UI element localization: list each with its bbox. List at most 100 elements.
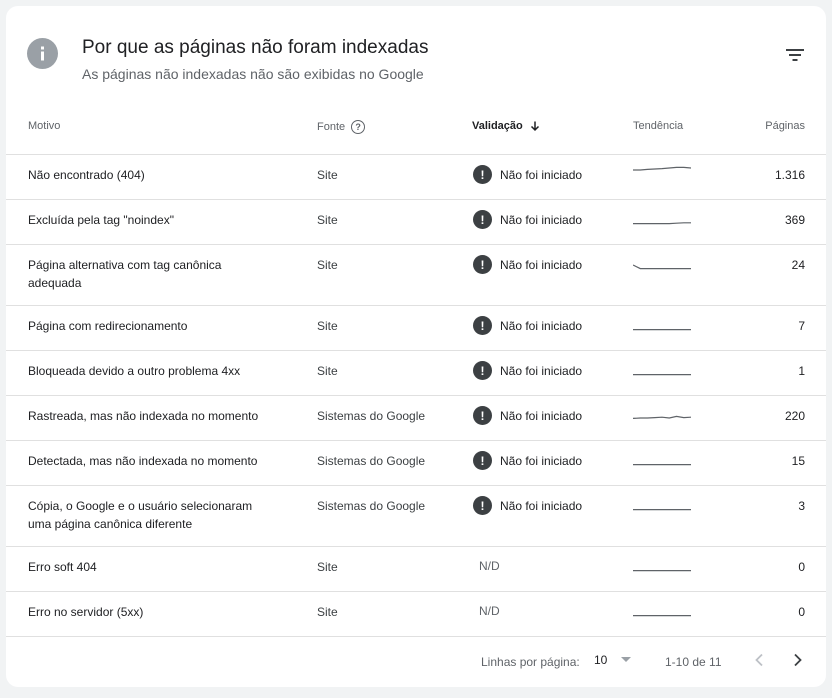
filter-icon[interactable]	[782, 44, 808, 66]
row-fonte: Site	[317, 364, 338, 378]
row-tendencia	[632, 404, 692, 429]
row-paginas: 1.316	[774, 168, 805, 182]
row-motivo: Página alternativa com tag canônica adeq…	[28, 258, 222, 290]
chevron-right-icon[interactable]	[790, 650, 806, 670]
validation-status: N/D	[479, 559, 500, 573]
trend-sparkline	[633, 570, 691, 572]
row-fonte: Sistemas do Google	[317, 499, 426, 513]
exclamation-circle-icon: !	[473, 406, 492, 425]
row-paginas: 15	[791, 454, 805, 468]
row-paginas: 369	[784, 213, 805, 227]
trend-line	[633, 222, 691, 225]
pagination-bar: Linhas por página: 10 1-10 de 11	[6, 637, 826, 685]
trend-line	[633, 166, 692, 171]
row-paginas: 3	[798, 499, 805, 513]
row-fonte: Site	[317, 168, 338, 182]
table-row[interactable]: Excluída pela tag "noindex" Site ! Não fo…	[6, 200, 826, 245]
row-motivo: Excluída pela tag "noindex"	[28, 213, 174, 227]
card-title: Por que as páginas não foram indexadas	[82, 37, 429, 58]
validation-status: Não foi iniciado	[500, 318, 583, 333]
row-validacao: ! Não foi iniciado	[473, 255, 582, 274]
row-tendencia	[633, 314, 691, 339]
table-row[interactable]: Cópia, o Google e o usuário selecionaram…	[6, 486, 826, 547]
trend-line	[632, 415, 692, 419]
table-row[interactable]: Não encontrado (404) Site ! Não foi inici…	[6, 155, 826, 200]
column-header-motivo[interactable]: Motivo	[28, 120, 60, 132]
row-fonte: Site	[317, 560, 338, 574]
help-icon[interactable]: ?	[351, 120, 366, 134]
validation-status: Não foi iniciado	[500, 257, 583, 272]
column-label: Validação	[472, 120, 523, 132]
column-header-paginas[interactable]: Páginas	[765, 120, 805, 132]
column-label: Motivo	[28, 120, 61, 132]
row-paginas: 7	[798, 319, 805, 333]
table-header: Motivo Fonte ? Validação Tendência Págin…	[6, 104, 826, 155]
row-motivo: Erro soft 404	[28, 560, 97, 574]
column-header-validacao[interactable]: Validação	[472, 120, 541, 132]
row-validacao: ! Não foi iniciado	[473, 406, 582, 425]
trend-sparkline	[632, 415, 692, 419]
exclamation-circle-icon: !	[473, 165, 492, 184]
row-tendencia	[633, 208, 691, 233]
trend-sparkline	[633, 615, 691, 617]
table-row[interactable]: Página com redirecionamento Site ! Não fo…	[6, 306, 826, 351]
column-label: Fonte	[317, 121, 346, 133]
row-tendencia	[632, 253, 691, 278]
row-fonte: Site	[317, 605, 338, 619]
validation-status: Não foi iniciado	[500, 498, 583, 513]
row-motivo: Bloqueada devido a outro problema 4xx	[28, 364, 241, 378]
exclamation-circle-icon: !	[473, 361, 492, 380]
column-header-fonte[interactable]: Fonte ?	[317, 120, 366, 134]
row-validacao: ! Não foi iniciado	[473, 316, 582, 335]
trend-sparkline	[633, 374, 691, 376]
chevron-left-icon[interactable]	[751, 650, 767, 670]
trend-sparkline	[633, 464, 691, 466]
row-validacao: ! Não foi iniciado	[473, 361, 582, 380]
exclamation-circle-icon: !	[473, 496, 492, 515]
row-motivo: Detectada, mas não indexada no momento	[28, 454, 258, 468]
row-tendencia	[633, 494, 691, 519]
column-label: Tendência	[633, 120, 684, 132]
not-indexed-card: Por que as páginas não foram indexadas A…	[6, 6, 826, 687]
rows-per-page-value: 10	[594, 653, 608, 667]
row-fonte: Sistemas do Google	[317, 454, 426, 468]
column-label: Páginas	[765, 120, 805, 132]
trend-sparkline	[633, 329, 691, 331]
row-tendencia	[633, 163, 692, 188]
table-row[interactable]: Rastreada, mas não indexada no momento S…	[6, 396, 826, 441]
table-row[interactable]: Bloqueada devido a outro problema 4xx Si…	[6, 351, 826, 396]
table-row[interactable]: Detectada, mas não indexada no momento S…	[6, 441, 826, 486]
trend-sparkline	[633, 222, 691, 225]
table-row[interactable]: Erro soft 404 Site N/D 0	[6, 547, 826, 592]
table-row[interactable]: Erro no servidor (5xx) Site N/D 0	[6, 592, 826, 637]
exclamation-circle-icon: !	[473, 210, 492, 229]
validation-status: N/D	[479, 604, 500, 618]
table-body: Não encontrado (404) Site ! Não foi inici…	[6, 155, 826, 637]
row-motivo: Cópia, o Google e o usuário selecionaram…	[28, 499, 253, 531]
row-fonte: Site	[317, 213, 338, 227]
row-motivo: Erro no servidor (5xx)	[28, 605, 144, 619]
row-fonte: Site	[317, 319, 338, 333]
trend-sparkline	[632, 264, 691, 270]
validation-status: Não foi iniciado	[500, 408, 583, 423]
row-motivo: Não encontrado (404)	[28, 168, 145, 182]
rows-per-page-select[interactable]: 10	[594, 653, 632, 667]
row-fonte: Sistemas do Google	[317, 409, 426, 423]
row-tendencia	[633, 555, 691, 580]
table-row[interactable]: Página alternativa com tag canônica adeq…	[6, 245, 826, 306]
row-paginas: 0	[798, 560, 805, 574]
card-subtitle: As páginas não indexadas não são exibida…	[82, 66, 424, 82]
column-header-tendencia: Tendência	[633, 120, 683, 132]
validation-status: Não foi iniciado	[500, 453, 583, 468]
info-icon	[27, 38, 58, 69]
row-paginas: 0	[798, 605, 805, 619]
row-validacao: ! Não foi iniciado	[473, 451, 582, 470]
row-motivo: Página com redirecionamento	[28, 319, 188, 333]
row-validacao: ! Não foi iniciado	[473, 496, 582, 515]
rows-per-page-label: Linhas por página:	[481, 655, 580, 669]
arrow-down-icon	[530, 121, 539, 132]
row-fonte: Site	[317, 258, 338, 272]
row-tendencia	[633, 600, 691, 625]
row-tendencia	[633, 359, 691, 384]
row-paginas: 1	[798, 364, 805, 378]
